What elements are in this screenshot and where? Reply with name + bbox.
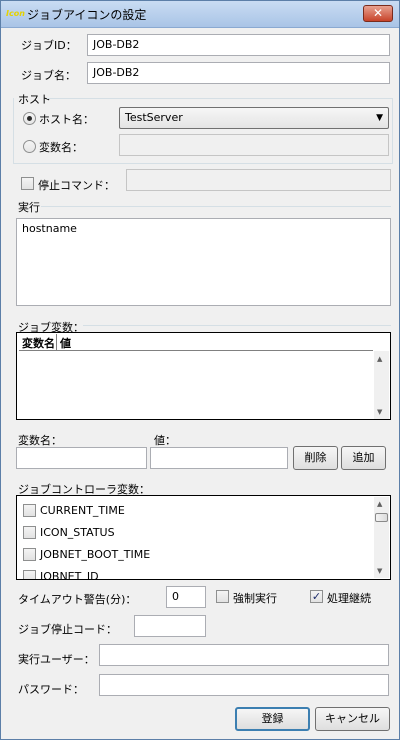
controller-variable-checkbox[interactable] xyxy=(23,548,36,561)
execution-group-label: 実行 xyxy=(18,201,40,214)
job-id-field[interactable]: JOB-DB2 xyxy=(87,34,390,56)
stop-code-field[interactable] xyxy=(134,615,206,637)
job-name-label: ジョブ名： xyxy=(21,69,76,82)
controller-variable-label: CURRENT_TIME xyxy=(40,504,125,517)
var-name-input-label: 変数名： xyxy=(18,434,62,447)
job-icon-settings-dialog: Icon ジョブアイコンの設定 ✕ ジョブID： JOB-DB2 ジョブ名： J… xyxy=(0,0,400,740)
close-icon: ✕ xyxy=(372,6,384,20)
delete-variable-button[interactable]: 削除 xyxy=(293,446,338,470)
job-variables-scrollbar[interactable]: ▲ ▼ xyxy=(374,351,389,419)
host-name-value: TestServer xyxy=(125,111,183,124)
register-button[interactable]: 登録 xyxy=(235,707,310,731)
controller-variable-checkbox[interactable] xyxy=(23,504,36,517)
execution-script-editor[interactable]: hostname xyxy=(16,218,391,306)
controller-variable-label: ICON_STATUS xyxy=(40,526,115,539)
stop-command-checkbox[interactable] xyxy=(21,177,34,190)
add-variable-button[interactable]: 追加 xyxy=(341,446,386,470)
close-button[interactable]: ✕ xyxy=(363,5,393,22)
stop-command-label: 停止コマンド： xyxy=(38,179,115,192)
variable-name-field[interactable] xyxy=(119,134,389,156)
value-input-label: 値： xyxy=(154,434,176,447)
cancel-button[interactable]: キャンセル xyxy=(315,707,390,731)
column-header-variable-name[interactable]: 変数名 xyxy=(19,334,57,351)
controller-variables-list[interactable]: CURRENT_TIME ICON_STATUS JOBNET_BOOT_TIM… xyxy=(16,495,391,580)
timeout-label: タイムアウト警告(分)： xyxy=(18,593,137,606)
scroll-thumb[interactable] xyxy=(375,513,388,522)
scroll-up-icon[interactable]: ▲ xyxy=(377,355,382,363)
scroll-down-icon[interactable]: ▼ xyxy=(377,567,382,575)
timeout-field[interactable]: 0 xyxy=(166,586,206,608)
controller-variable-checkbox[interactable] xyxy=(23,570,36,579)
host-name-radio[interactable] xyxy=(23,112,36,125)
app-icon: Icon xyxy=(6,9,25,18)
controller-variable-label: JOBNET_BOOT_TIME xyxy=(40,548,151,561)
var-name-field[interactable] xyxy=(16,447,147,469)
stop-command-field[interactable] xyxy=(126,169,391,191)
continue-processing-checkbox[interactable]: ✓ xyxy=(310,590,323,603)
job-id-label: ジョブID： xyxy=(21,39,77,52)
password-label: パスワード： xyxy=(18,683,84,696)
job-name-field[interactable]: JOB-DB2 xyxy=(87,62,390,84)
run-user-label: 実行ユーザー： xyxy=(18,653,95,666)
controller-variable-checkbox[interactable] xyxy=(23,526,36,539)
force-run-label: 強制実行 xyxy=(233,592,277,605)
value-field[interactable] xyxy=(150,447,288,469)
run-user-field[interactable] xyxy=(99,644,389,666)
host-name-label: ホスト名： xyxy=(39,113,94,126)
stop-code-label: ジョブ停止コード： xyxy=(18,623,117,636)
host-name-select[interactable]: TestServer ▼ xyxy=(119,107,389,129)
controller-variable-label: JOBNET_ID xyxy=(40,570,99,580)
force-run-checkbox[interactable] xyxy=(216,590,229,603)
column-header-value[interactable]: 値 xyxy=(57,334,373,351)
title-bar[interactable]: Icon ジョブアイコンの設定 ✕ xyxy=(1,1,399,28)
job-variables-group-line xyxy=(83,325,391,326)
password-field[interactable] xyxy=(99,674,389,696)
job-variables-list[interactable]: 変数名 値 ▲ ▼ xyxy=(16,332,391,420)
dropdown-arrow-icon: ▼ xyxy=(376,113,383,123)
window-title: ジョブアイコンの設定 xyxy=(27,8,147,22)
scroll-down-icon[interactable]: ▼ xyxy=(377,408,382,416)
scroll-up-icon[interactable]: ▲ xyxy=(377,500,382,508)
variable-name-radio[interactable] xyxy=(23,140,36,153)
execution-group-line xyxy=(41,206,391,207)
controller-variables-scrollbar[interactable]: ▲ ▼ xyxy=(374,497,389,578)
variable-name-label: 変数名： xyxy=(39,141,83,154)
continue-processing-label: 処理継続 xyxy=(327,592,371,605)
